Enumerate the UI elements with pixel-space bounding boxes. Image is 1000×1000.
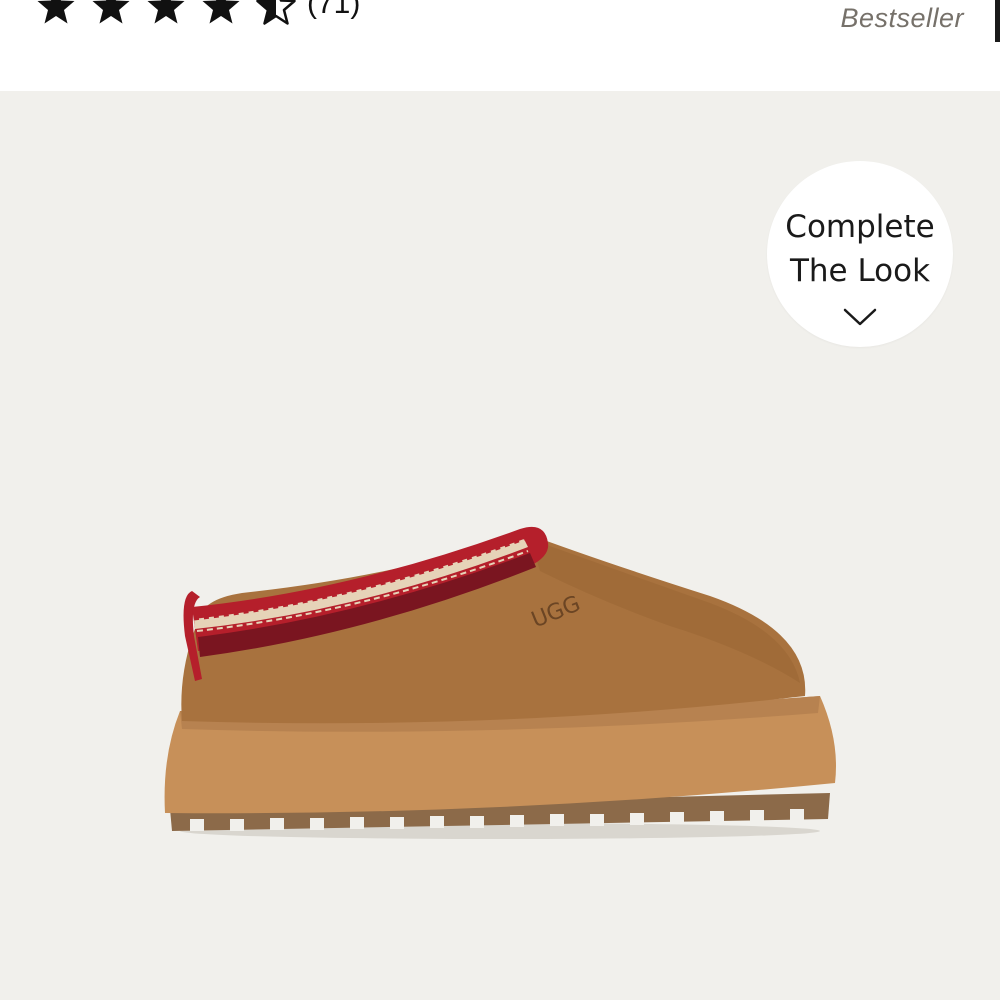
complete-look-line1: Complete <box>785 209 935 245</box>
clog-slipper-product-image[interactable]: UGG <box>150 421 850 841</box>
review-count[interactable]: (71) <box>307 0 360 24</box>
complete-the-look-button[interactable]: Complete The Look <box>767 161 953 347</box>
star-icon <box>91 0 131 26</box>
star-icon <box>146 0 186 26</box>
complete-look-line2: The Look <box>789 253 931 289</box>
star-rating[interactable]: (71) <box>36 0 360 26</box>
half-star-icon <box>256 0 296 26</box>
star-icon <box>36 0 76 26</box>
product-gallery[interactable]: UGG Complete The Look <box>0 91 1000 1000</box>
bestseller-badge: Bestseller <box>840 3 964 33</box>
scroll-indicator <box>995 0 1000 42</box>
product-page: (71) Bestseller UGG Complete The Look <box>0 0 1000 1000</box>
chevron-down-icon <box>843 308 877 326</box>
star-icon <box>201 0 241 26</box>
product-header: (71) Bestseller <box>0 0 1000 91</box>
